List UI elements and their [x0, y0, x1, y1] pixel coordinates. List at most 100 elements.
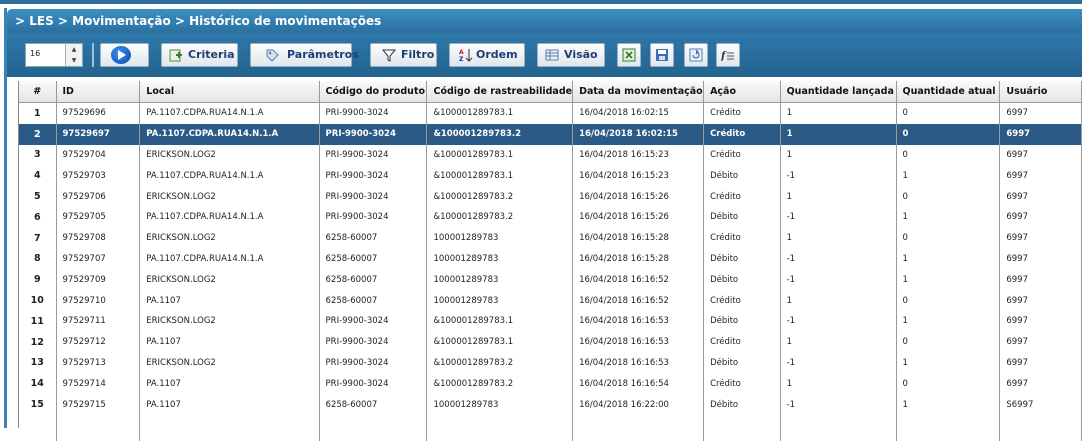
column-header[interactable]: Data da movimentação: [572, 81, 705, 103]
row-local[interactable]: PA.1107.CDPA.RUA14.N.1.A: [139, 102, 320, 124]
row-rastreio[interactable]: &100001289783.1: [426, 331, 574, 353]
row-qtd-lancada[interactable]: 1: [780, 123, 897, 145]
row-data[interactable]: 16/04/2018 16:15:28: [572, 227, 705, 249]
row-qtd-atual[interactable]: 0: [896, 331, 1001, 353]
row-acao[interactable]: Débito: [703, 310, 781, 332]
table-row[interactable]: 6 97529705 PA.1107.CDPA.RUA14.N.1.A PRI-990…: [19, 206, 1082, 228]
row-produto[interactable]: PRI-9900-3024: [319, 102, 428, 124]
table-row[interactable]: 13 97529713 ERICKSON.LOG2 PRI-9900-3024 &100…: [19, 352, 1082, 374]
row-acao[interactable]: Débito: [703, 394, 781, 415]
row-qtd-lancada[interactable]: 1: [780, 144, 897, 166]
row-rastreio[interactable]: &100001289783.2: [426, 352, 574, 374]
row-usuario[interactable]: 6997: [999, 310, 1082, 332]
row-qtd-lancada[interactable]: -1: [780, 165, 897, 187]
row-number[interactable]: 9: [19, 269, 57, 291]
table-row[interactable]: 8 97529707 PA.1107.CDPA.RUA14.N.1.A 6258-60…: [19, 248, 1082, 270]
row-local[interactable]: ERICKSON.LOG2: [139, 269, 320, 291]
table-row[interactable]: 12 97529712 PA.1107 PRI-9900-3024 &100001289…: [19, 331, 1082, 353]
row-local[interactable]: PA.1107.CDPA.RUA14.N.1.A: [139, 206, 320, 228]
table-row[interactable]: 7 97529708 ERICKSON.LOG2 6258-60007 10000128…: [19, 227, 1082, 249]
row-qtd-lancada[interactable]: -1: [780, 310, 897, 332]
row-rastreio[interactable]: &100001289783.1: [426, 144, 574, 166]
row-id[interactable]: 97529705: [56, 206, 141, 228]
row-local[interactable]: ERICKSON.LOG2: [139, 352, 320, 374]
row-data[interactable]: 16/04/2018 16:02:15: [572, 123, 705, 145]
column-header[interactable]: Usuário: [999, 81, 1082, 103]
row-usuario[interactable]: 6997: [999, 227, 1082, 249]
row-acao[interactable]: Débito: [703, 248, 781, 270]
row-usuario[interactable]: 6997: [999, 331, 1082, 353]
row-qtd-lancada[interactable]: 1: [780, 290, 897, 311]
stepper-down-icon[interactable]: ▼: [66, 55, 82, 66]
row-local[interactable]: ERICKSON.LOG2: [139, 310, 320, 332]
row-qtd-atual[interactable]: 0: [896, 123, 1001, 145]
row-qtd-lancada[interactable]: 1: [780, 373, 897, 395]
row-rastreio[interactable]: &100001289783.1: [426, 102, 574, 124]
row-qtd-atual[interactable]: 1: [896, 248, 1001, 270]
row-qtd-atual[interactable]: 0: [896, 290, 1001, 311]
row-id[interactable]: 97529712: [56, 331, 141, 353]
row-data[interactable]: 16/04/2018 16:16:52: [572, 290, 705, 311]
table-row[interactable]: 2 97529697 PA.1107.CDPA.RUA14.N.1.A PRI-990…: [19, 123, 1082, 145]
row-acao[interactable]: Crédito: [703, 290, 781, 311]
row-produto[interactable]: 6258-60007: [319, 269, 428, 291]
row-id[interactable]: 97529714: [56, 373, 141, 395]
row-usuario[interactable]: 6997: [999, 102, 1082, 124]
row-usuario[interactable]: S6997: [999, 394, 1082, 415]
row-acao[interactable]: Crédito: [703, 144, 781, 166]
table-row[interactable]: 3 97529704 ERICKSON.LOG2 PRI-9900-3024 &1000…: [19, 144, 1082, 166]
table-row[interactable]: 4 97529703 PA.1107.CDPA.RUA14.N.1.A PRI-990…: [19, 165, 1082, 187]
row-qtd-atual[interactable]: 1: [896, 394, 1001, 415]
row-acao[interactable]: Crédito: [703, 331, 781, 353]
row-rastreio[interactable]: &100001289783.2: [426, 186, 574, 207]
export-excel-button[interactable]: [617, 43, 641, 67]
row-qtd-atual[interactable]: 0: [896, 373, 1001, 395]
row-produto[interactable]: PRI-9900-3024: [319, 373, 428, 395]
row-local[interactable]: ERICKSON.LOG2: [139, 144, 320, 166]
row-id[interactable]: 97529697: [56, 123, 141, 145]
row-data[interactable]: 16/04/2018 16:15:28: [572, 248, 705, 270]
row-number[interactable]: 3: [19, 144, 57, 166]
row-qtd-lancada[interactable]: 1: [780, 186, 897, 207]
row-id[interactable]: 97529711: [56, 310, 141, 332]
row-number[interactable]: 12: [19, 331, 57, 353]
parametros-button[interactable]: Parâmetros: [250, 43, 359, 67]
stepper-arrows[interactable]: ▲ ▼: [65, 44, 82, 66]
row-data[interactable]: 16/04/2018 16:16:53: [572, 331, 705, 353]
row-qtd-lancada[interactable]: 1: [780, 331, 897, 353]
row-acao[interactable]: Débito: [703, 352, 781, 374]
row-usuario[interactable]: 6997: [999, 206, 1082, 228]
row-data[interactable]: 16/04/2018 16:22:00: [572, 394, 705, 415]
table-row[interactable]: 5 97529706 ERICKSON.LOG2 PRI-9900-3024 &1000…: [19, 186, 1082, 207]
column-header[interactable]: #: [19, 81, 57, 103]
row-qtd-lancada[interactable]: 1: [780, 227, 897, 249]
row-number[interactable]: 11: [19, 310, 57, 332]
row-rastreio[interactable]: 100001289783: [426, 394, 574, 415]
row-acao[interactable]: Débito: [703, 206, 781, 228]
row-local[interactable]: PA.1107.CDPA.RUA14.N.1.A: [139, 248, 320, 270]
row-id[interactable]: 97529696: [56, 102, 141, 124]
filtro-button[interactable]: Filtro: [370, 43, 437, 67]
table-row[interactable]: 14 97529714 PA.1107 PRI-9900-3024 &100001289…: [19, 373, 1082, 395]
row-local[interactable]: PA.1107: [139, 373, 320, 395]
row-qtd-lancada[interactable]: -1: [780, 206, 897, 228]
row-number[interactable]: 14: [19, 373, 57, 395]
row-usuario[interactable]: 6997: [999, 290, 1082, 311]
row-local[interactable]: ERICKSON.LOG2: [139, 186, 320, 207]
row-produto[interactable]: PRI-9900-3024: [319, 352, 428, 374]
row-data[interactable]: 16/04/2018 16:15:23: [572, 165, 705, 187]
row-number[interactable]: 4: [19, 165, 57, 187]
row-id[interactable]: 97529708: [56, 227, 141, 249]
row-qtd-atual[interactable]: 0: [896, 102, 1001, 124]
row-produto[interactable]: PRI-9900-3024: [319, 331, 428, 353]
row-qtd-atual[interactable]: 0: [896, 144, 1001, 166]
row-usuario[interactable]: 6997: [999, 248, 1082, 270]
row-usuario[interactable]: 6997: [999, 165, 1082, 187]
ordem-button[interactable]: AZ Ordem: [449, 43, 525, 67]
row-number[interactable]: 7: [19, 227, 57, 249]
row-qtd-atual[interactable]: 1: [896, 352, 1001, 374]
row-rastreio[interactable]: &100001289783.1: [426, 310, 574, 332]
page-size-stepper[interactable]: 16 ▲ ▼: [25, 43, 83, 67]
table-row[interactable]: 15 97529715 PA.1107 6258-60007 100001289783 1…: [19, 394, 1082, 415]
row-qtd-atual[interactable]: 0: [896, 186, 1001, 207]
